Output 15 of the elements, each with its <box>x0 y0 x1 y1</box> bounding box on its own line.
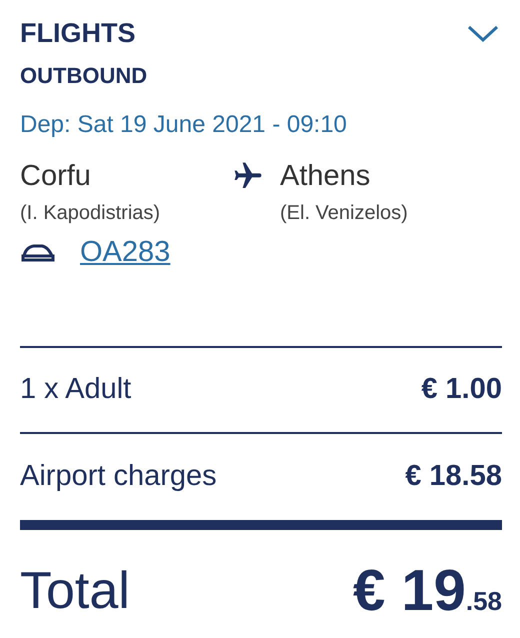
destination-city: Athens <box>280 159 372 194</box>
flight-number-link[interactable]: OA283 <box>80 234 170 270</box>
charge-amount: € 1.00 <box>421 372 502 408</box>
charge-label: Airport charges <box>20 459 217 494</box>
charge-label: 1 x Adult <box>20 372 132 408</box>
origin-city: Corfu <box>20 159 92 194</box>
destination-airport: (El. Venizelos) <box>280 201 409 226</box>
total-label: Total <box>20 561 130 622</box>
departure-time: Dep: Sat 19 June 2021 - 09:10 <box>20 110 348 140</box>
leg-label: OUTBOUND <box>20 62 148 90</box>
section-title: FLIGHTS <box>20 17 136 50</box>
origin-airport: (I. Kapodistrias) <box>20 201 162 226</box>
total-cents: .58 <box>466 585 502 618</box>
total-amount: € 19 <box>352 560 466 622</box>
charge-amount: € 18.58 <box>405 459 502 494</box>
